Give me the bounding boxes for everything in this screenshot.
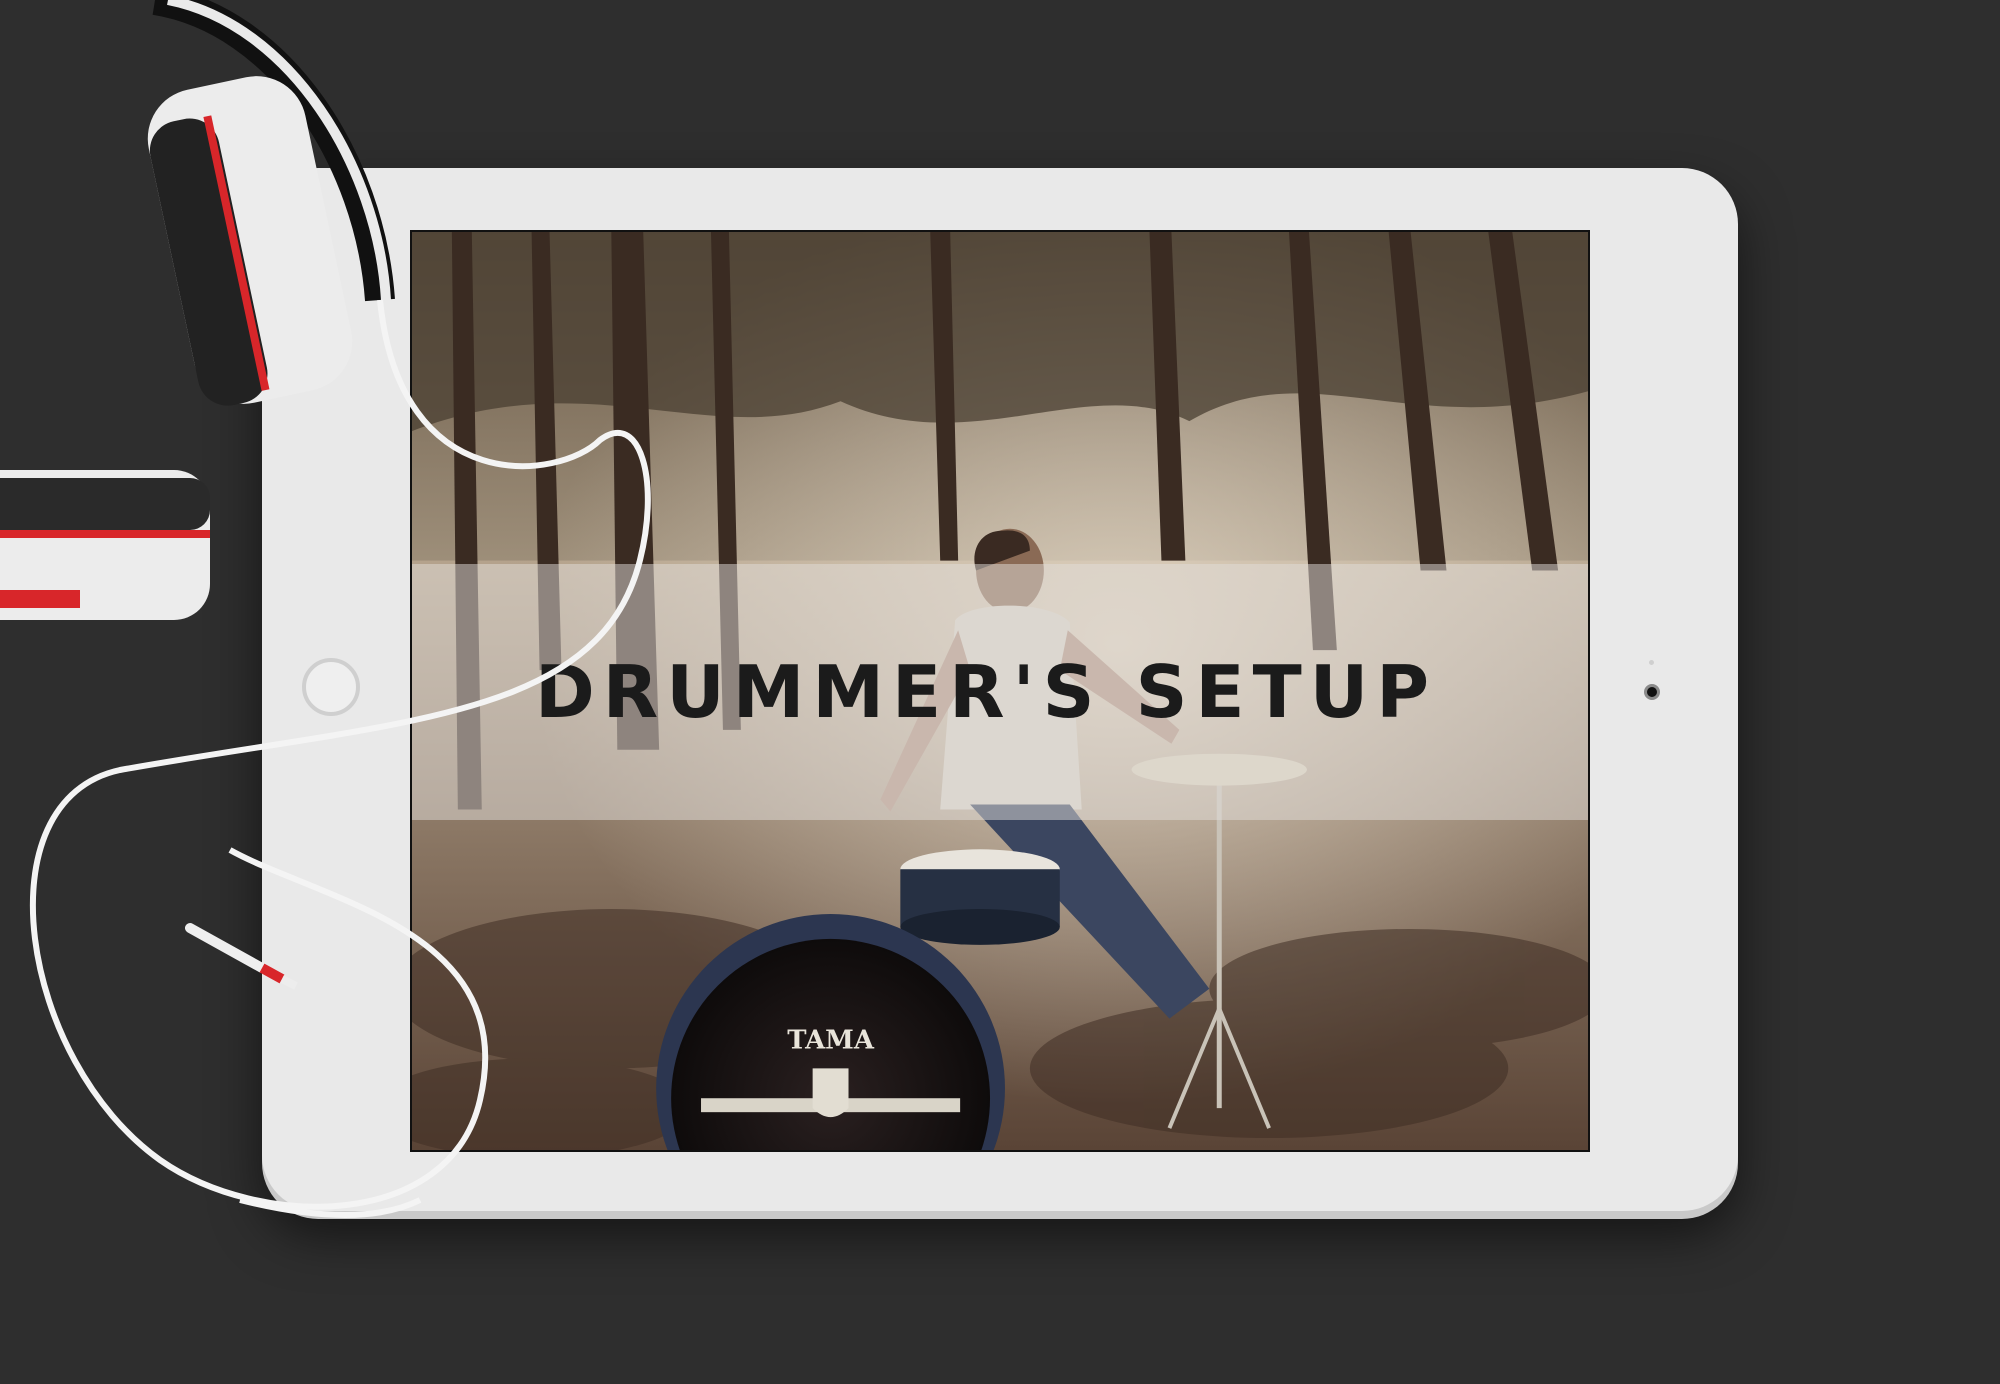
title-banner: DRUMMER'S SETUP [412, 564, 1588, 820]
front-camera-icon [1644, 684, 1660, 700]
video-screen[interactable]: TAMA DRUMMER'S SETUP [410, 230, 1590, 1152]
home-button[interactable] [302, 658, 360, 716]
left-earcup-icon [0, 470, 210, 620]
light-sensor [1649, 660, 1654, 665]
video-title: DRUMMER'S SETUP [535, 650, 1437, 734]
audio-jack-icon [185, 923, 267, 973]
kick-drum-logo: TAMA [787, 1025, 875, 1055]
